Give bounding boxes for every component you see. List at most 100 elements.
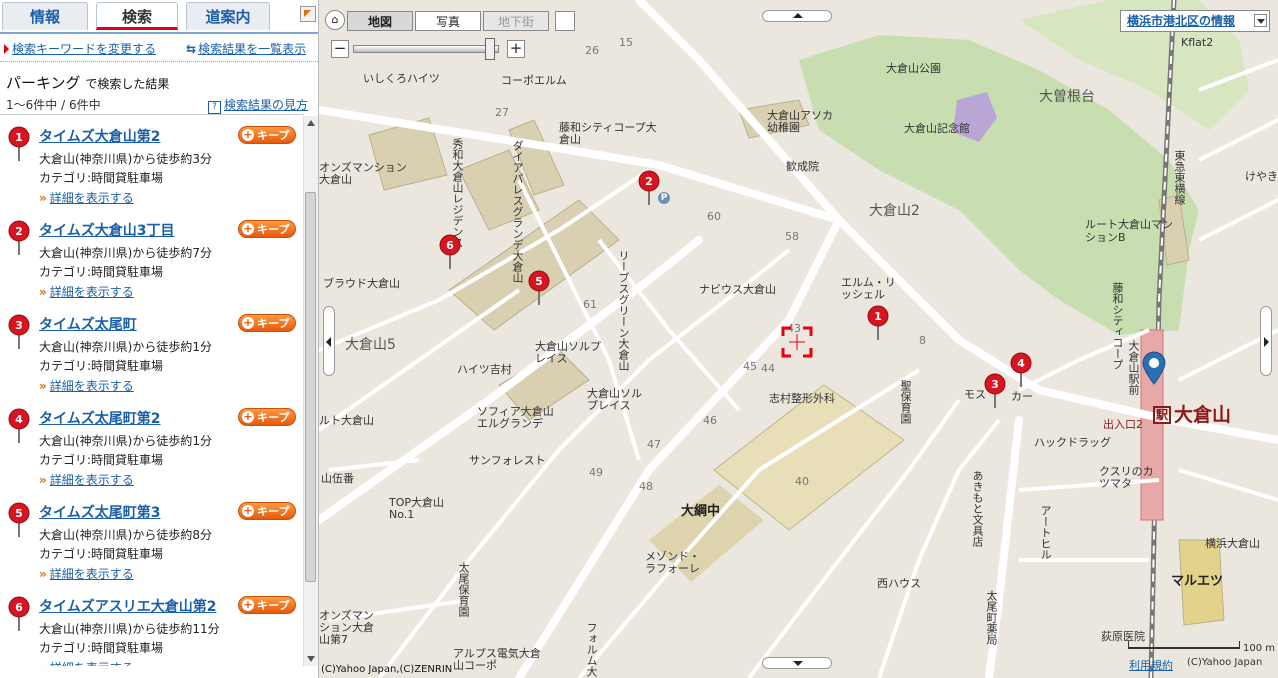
- terms-link[interactable]: 利用規約: [1129, 657, 1173, 673]
- block-number: 44: [761, 362, 775, 375]
- double-chevron-icon: »: [39, 285, 47, 299]
- map-center-crosshair-icon: [781, 326, 813, 358]
- map-label: フォルム大: [585, 622, 598, 677]
- tab-search[interactable]: 検索: [96, 2, 178, 30]
- map-label: 歓成院: [786, 160, 819, 173]
- result-name-link[interactable]: タイムズ太尾町第3: [39, 502, 160, 522]
- show-details-link[interactable]: »詳細を表示する: [39, 659, 134, 666]
- result-pin-icon[interactable]: 5: [8, 502, 30, 538]
- map-label: 聖保育園: [899, 380, 912, 424]
- list-results-label: 検索結果を一覧表示: [198, 42, 307, 56]
- area-info-link[interactable]: 横浜市港北区の情報: [1127, 14, 1235, 28]
- map-label: ブラウド大倉山: [323, 277, 400, 290]
- pan-down-button[interactable]: [762, 657, 832, 669]
- map-label: あきもと文具店: [971, 470, 984, 547]
- map-label: カー: [1011, 390, 1033, 403]
- zoom-slider-thumb[interactable]: [485, 38, 495, 60]
- map-pin-5[interactable]: 5: [528, 270, 550, 306]
- result-name-link[interactable]: タイムズ大倉山第2: [39, 126, 160, 146]
- show-details-link[interactable]: »詳細を表示する: [39, 471, 134, 488]
- list-results-link[interactable]: ⇆ 検索結果を一覧表示: [186, 40, 306, 57]
- zoom-out-button[interactable]: −: [331, 40, 349, 58]
- result-category: カテゴリ:時間貸駐車場: [39, 641, 164, 655]
- result-pin-icon[interactable]: 1: [8, 126, 30, 162]
- zoom-in-button[interactable]: +: [507, 40, 525, 58]
- keep-button[interactable]: + キープ: [238, 126, 296, 144]
- map-view[interactable]: 大倉山公園 大曽根台 大倉山記念館 大倉山アソカ幼稚園 歓成院 藤和シティコープ…: [319, 0, 1278, 678]
- keep-button[interactable]: + キープ: [238, 220, 296, 238]
- scroll-up-icon[interactable]: [307, 120, 315, 126]
- map-pin-6[interactable]: 6: [439, 234, 461, 270]
- keep-label: キープ: [257, 411, 290, 424]
- map-label: 太尾町薬局: [985, 590, 998, 645]
- map-label: 志村整形外科: [769, 392, 835, 405]
- parking-icon: P: [658, 192, 670, 204]
- scrollbar-thumb[interactable]: [305, 192, 316, 582]
- show-details-link[interactable]: »詳細を表示する: [39, 565, 134, 582]
- map-label: 大曽根台: [1039, 89, 1095, 105]
- map-label: アートヒル: [1039, 505, 1052, 560]
- result-pin-icon[interactable]: 2: [8, 220, 30, 256]
- area-info-dropdown[interactable]: 横浜市港北区の情報: [1120, 10, 1270, 32]
- result-walk-time: 大倉山(神奈川県)から徒歩約8分: [39, 528, 212, 542]
- expand-map-button[interactable]: [555, 11, 575, 31]
- map-pin-2[interactable]: 2: [638, 170, 660, 206]
- scale-label: 100 m: [1243, 643, 1276, 654]
- results-scrollbar[interactable]: [303, 116, 318, 666]
- result-walk-time: 大倉山(神奈川県)から徒歩約1分: [39, 340, 212, 354]
- tab-info[interactable]: 情報: [2, 2, 88, 30]
- map-label: 大倉山駅前: [1127, 340, 1140, 395]
- keep-button[interactable]: + キープ: [238, 314, 296, 332]
- chevron-down-icon[interactable]: [1254, 14, 1267, 27]
- map-type-map-button[interactable]: 地図: [347, 11, 413, 31]
- map-label: いしくろハイツ: [363, 72, 440, 85]
- map-label: 出入口2: [1103, 418, 1143, 431]
- result-category: カテゴリ:時間貸駐車場: [39, 265, 164, 279]
- result-pin-icon[interactable]: 6: [8, 596, 30, 632]
- map-label: オンズマンション大倉山第7: [319, 609, 374, 646]
- map-label: 藤和シティコープ: [1111, 282, 1124, 370]
- map-type-underground-button[interactable]: 地下街: [483, 11, 549, 31]
- keep-button[interactable]: + キープ: [238, 408, 296, 426]
- result-name-link[interactable]: タイムズアスリエ大倉山第2: [39, 596, 216, 616]
- plus-icon: +: [242, 316, 254, 329]
- results-help-link[interactable]: ? 検索結果の見方: [207, 96, 308, 114]
- show-details-link[interactable]: »詳細を表示する: [39, 283, 134, 300]
- result-walk-time: 大倉山(神奈川県)から徒歩約3分: [39, 152, 212, 166]
- scroll-down-icon[interactable]: [307, 656, 315, 662]
- change-keyword-link[interactable]: 検索キーワードを変更する: [4, 40, 156, 57]
- map-pin-3[interactable]: 3: [984, 373, 1006, 409]
- result-pin-icon[interactable]: 4: [8, 408, 30, 444]
- result-name-link[interactable]: タイムズ大倉山3丁目: [39, 220, 174, 240]
- map-pin-1[interactable]: 1: [867, 305, 889, 341]
- map-label: Kflat2: [1181, 36, 1214, 49]
- map-type-photo-button[interactable]: 写真: [415, 11, 481, 31]
- station-location-icon[interactable]: [1141, 350, 1167, 386]
- keep-button[interactable]: + キープ: [238, 502, 296, 520]
- tab-directions[interactable]: 道案内: [186, 2, 270, 30]
- block-number: 48: [639, 480, 653, 493]
- pan-left-button[interactable]: [323, 306, 335, 376]
- station-label[interactable]: 駅大倉山: [1153, 400, 1231, 427]
- result-name-link[interactable]: タイムズ太尾町第2: [39, 408, 160, 428]
- zoom-slider[interactable]: [353, 45, 499, 53]
- result-pin-icon[interactable]: 3: [8, 314, 30, 350]
- divider: [0, 114, 304, 115]
- show-details-link[interactable]: »詳細を表示する: [39, 377, 134, 394]
- block-number: 27: [495, 106, 509, 119]
- results-list: 1 タイムズ大倉山第2 + キープ 大倉山(神奈川県)から徒歩約3分 カテゴリ:時間貸駐車…: [0, 116, 304, 666]
- map-copyright-right: (C)Yahoo Japan: [1187, 657, 1263, 668]
- keep-label: キープ: [257, 129, 290, 142]
- map-pin-4[interactable]: 4: [1010, 352, 1032, 388]
- pan-up-button[interactable]: [762, 10, 832, 22]
- collapse-panel-button[interactable]: [300, 6, 316, 22]
- result-name-link[interactable]: タイムズ太尾町: [39, 314, 137, 334]
- block-number: 58: [785, 230, 799, 243]
- home-button[interactable]: ⌂: [325, 10, 345, 30]
- map-label: コーポエルム: [501, 74, 567, 87]
- block-number: 49: [589, 466, 603, 479]
- pan-right-button[interactable]: [1260, 306, 1272, 376]
- show-details-label: 詳細を表示する: [49, 379, 134, 393]
- keep-button[interactable]: + キープ: [238, 596, 296, 614]
- show-details-link[interactable]: »詳細を表示する: [39, 189, 134, 206]
